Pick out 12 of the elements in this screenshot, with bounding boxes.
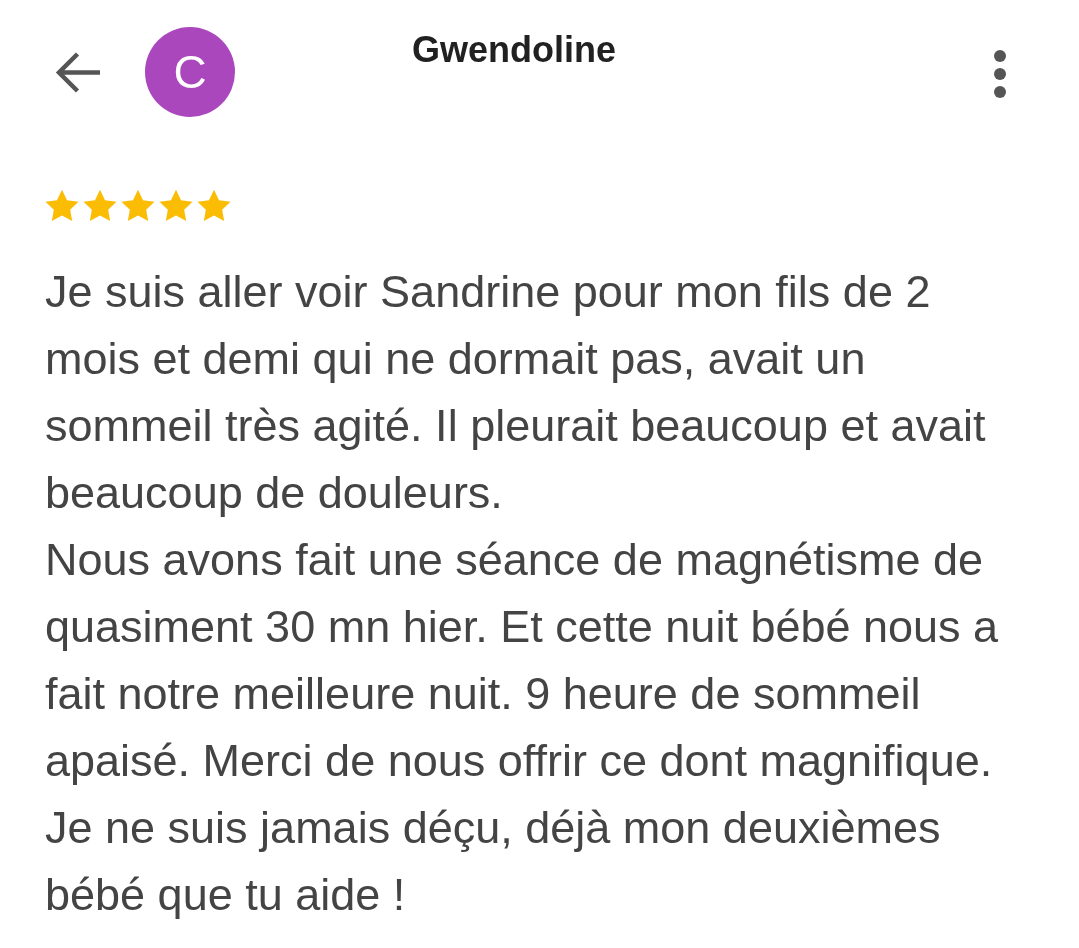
back-arrow-icon xyxy=(54,50,100,94)
star-icon xyxy=(196,189,232,223)
star-icon xyxy=(120,189,156,223)
back-button[interactable] xyxy=(54,50,100,94)
reviewer-name: Gwendoline xyxy=(412,30,616,70)
review-text: Nous avons fait une séance de magnétisme de quasiment 30 mn hier. Et cette nuit bébé nous a fait notre meilleure nuit. 9 heure de sommeil apaisé. Merci de nous offrir ce dont magnifique. Je ne suis jamais déçu, déjà mon deuxièmes bébé que tu aide ! xyxy=(45,533,1000,922)
star-icon xyxy=(44,189,80,223)
star-icon xyxy=(158,189,194,223)
review-text: Je suis aller voir Sandrine pour mon fils de 2 mois et demi qui ne dormait pas, avait un sommeil très agité. Il pleurait beaucoup et avait beaucoup de douleurs. xyxy=(45,265,987,520)
star-icon xyxy=(82,189,118,223)
kebab-menu-icon xyxy=(994,50,1006,98)
avatar-letter: C xyxy=(173,49,207,95)
